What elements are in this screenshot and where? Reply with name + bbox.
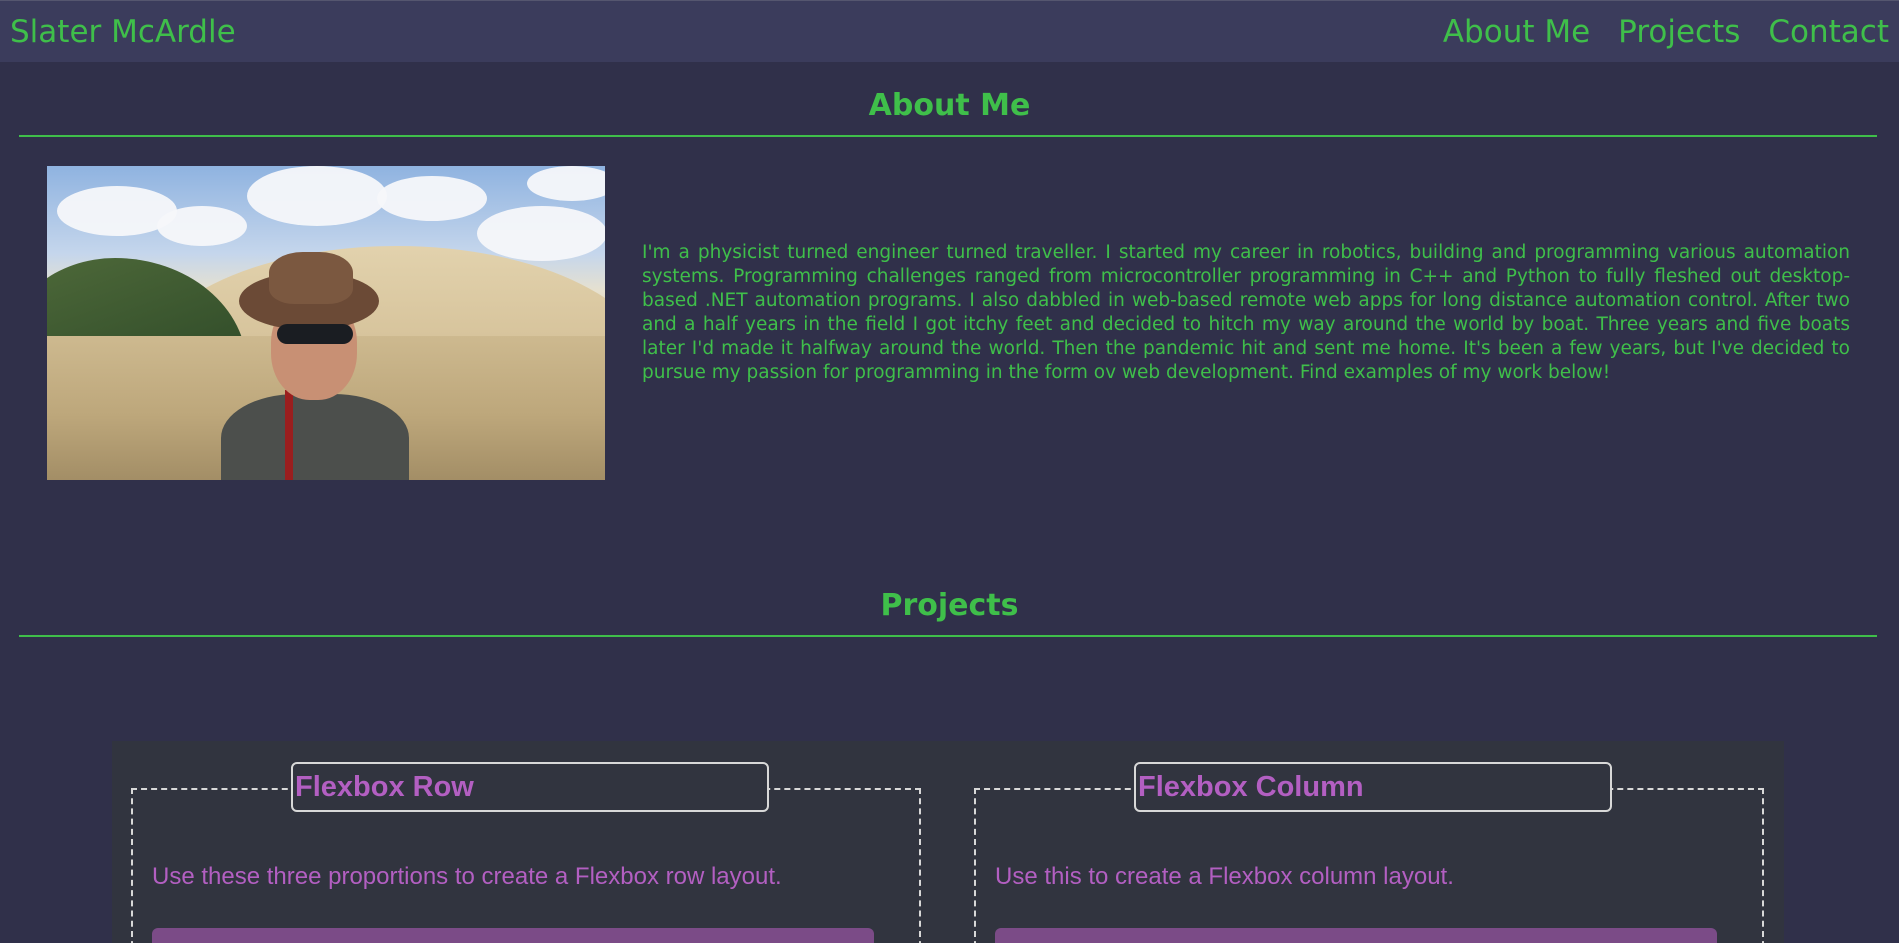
nav-link-contact[interactable]: Contact: [1768, 14, 1889, 50]
projects-panel: Flexbox Row Use these three proportions …: [112, 741, 1784, 943]
nav-link-about-me[interactable]: About Me: [1443, 14, 1590, 50]
projects-heading: Projects: [880, 588, 1019, 623]
project-card-title-box: Flexbox Column: [1134, 762, 1612, 812]
flexbox-row-preview: [152, 928, 874, 943]
portfolio-page: Slater McArdle About Me Projects Contact…: [0, 0, 1899, 943]
project-card-description: Use this to create a Flexbox column layo…: [995, 863, 1454, 890]
project-card-title: Flexbox Row: [295, 770, 474, 803]
about-me-paragraph: I'm a physicist turned engineer turned t…: [642, 242, 1850, 383]
nav-links: About Me Projects Contact: [1443, 14, 1889, 50]
project-card-flexbox-row[interactable]: Flexbox Row Use these three proportions …: [131, 762, 921, 943]
brand-link[interactable]: Slater McArdle: [10, 14, 236, 50]
project-card-title: Flexbox Column: [1138, 770, 1364, 803]
top-navbar: Slater McArdle About Me Projects Contact: [0, 0, 1899, 62]
project-card-description: Use these three proportions to create a …: [152, 863, 782, 890]
project-card-title-box: Flexbox Row: [291, 762, 769, 812]
project-card-flexbox-column[interactable]: Flexbox Column Use this to create a Flex…: [974, 762, 1764, 943]
about-divider: [19, 135, 1877, 137]
flexbox-column-preview: [995, 928, 1717, 943]
profile-photo: [47, 166, 605, 480]
about-me-heading: About Me: [868, 88, 1031, 123]
nav-link-projects[interactable]: Projects: [1618, 14, 1740, 50]
projects-divider: [19, 635, 1877, 637]
